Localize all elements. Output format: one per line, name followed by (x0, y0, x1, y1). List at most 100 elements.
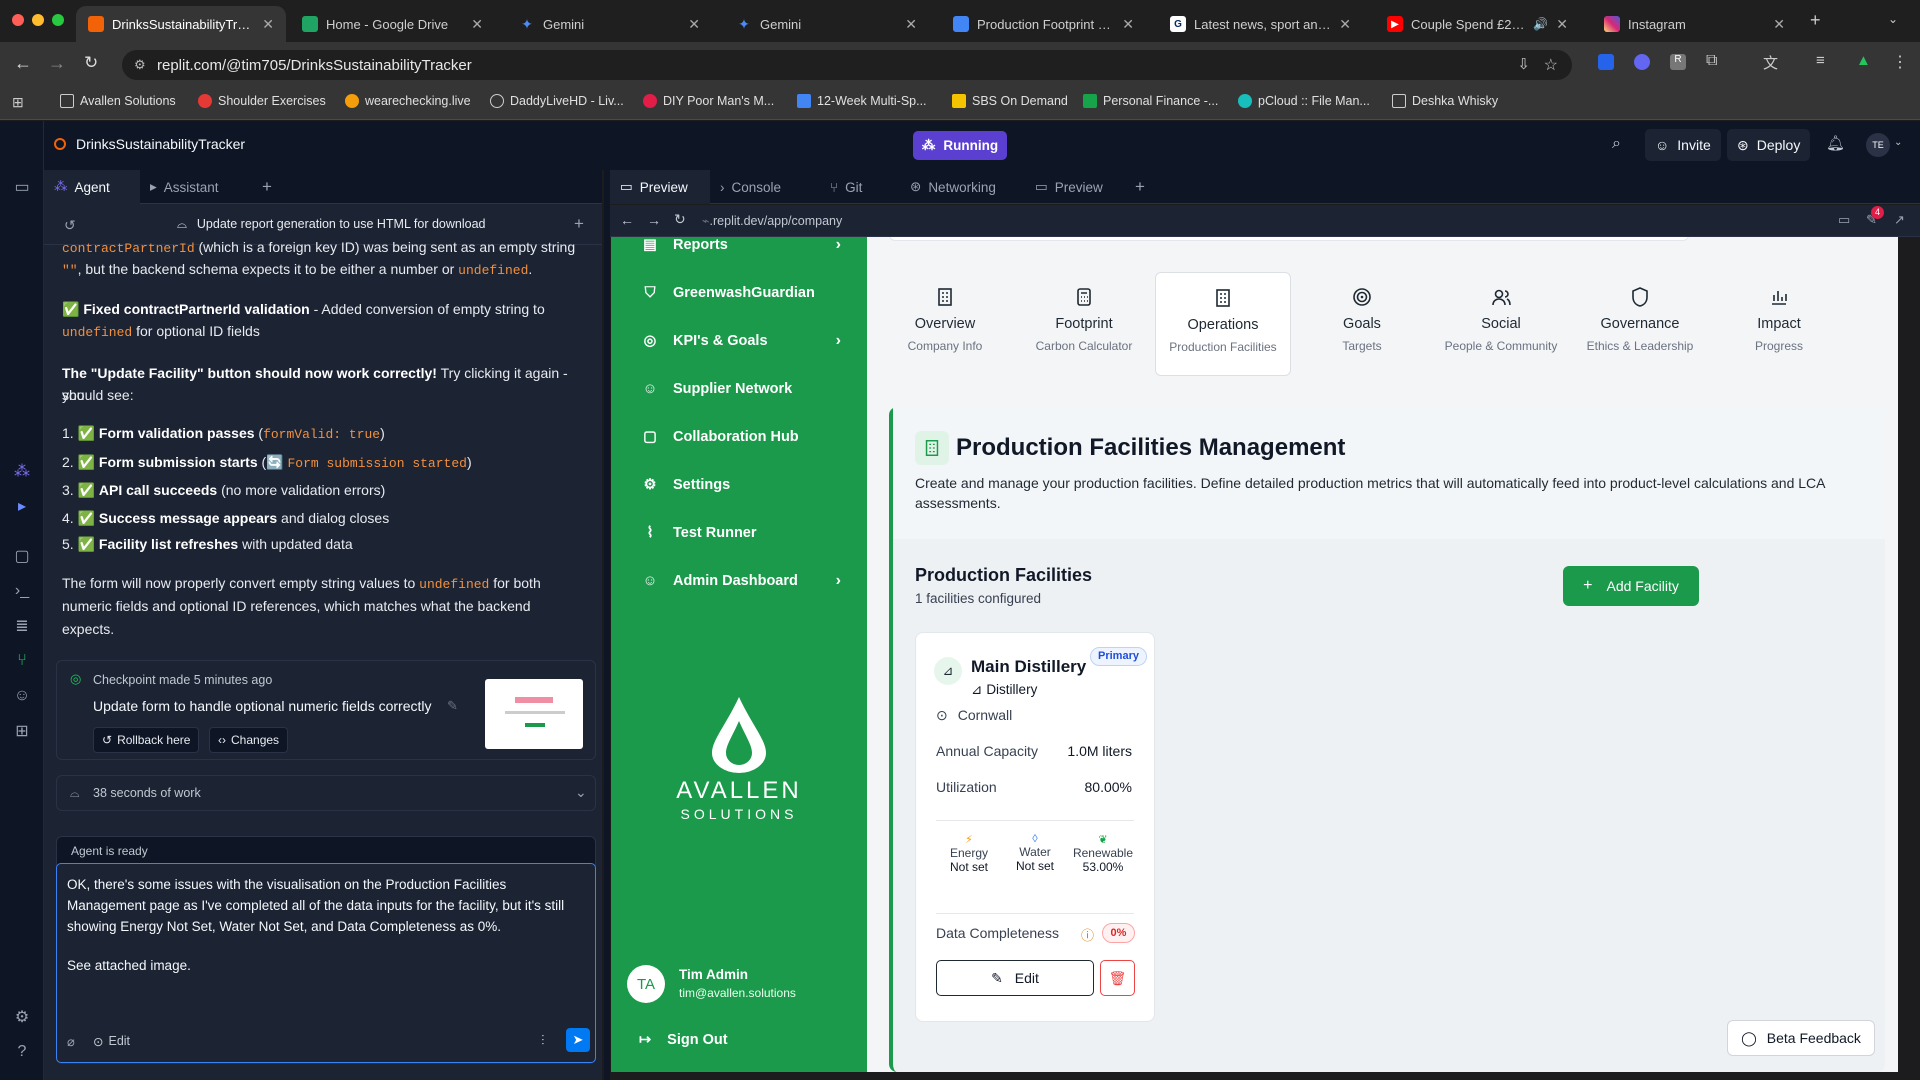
nav-reports[interactable]: ▤ Reports › (641, 237, 841, 254)
close-tab-icon[interactable]: ✕ (1122, 16, 1134, 33)
settings-sliders-icon[interactable]: ⫶ (541, 1032, 545, 1049)
edit-pencil-icon[interactable]: ✎ (447, 698, 458, 714)
tab-goals[interactable]: Goals Targets (1294, 272, 1430, 376)
edit-mode-button[interactable]: ⊙ Edit (93, 1034, 130, 1049)
tab-social[interactable]: Social People & Community (1433, 272, 1569, 376)
tab-search-icon[interactable]: ⌄ (1888, 12, 1898, 26)
tab-assistant[interactable]: ▸ Assistant (140, 170, 250, 204)
chevron-down-icon[interactable]: ⌄ (575, 784, 587, 801)
browser-tab[interactable]: Production Footprint Data ✕ (941, 6, 1146, 42)
checkpoint-thumbnail[interactable] (485, 679, 583, 749)
bookmark-star-icon[interactable]: ☆ (1544, 55, 1558, 75)
project-name[interactable]: DrinksSustainabilityTracker (76, 136, 245, 152)
audio-playing-icon[interactable]: 🔊 (1533, 17, 1548, 31)
delete-facility-button[interactable]: 🗑︎ (1100, 960, 1135, 996)
extension-icon[interactable]: R (1670, 54, 1686, 70)
translate-icon[interactable]: 文 (1763, 52, 1778, 73)
nav-collaboration-hub[interactable]: ▢ Collaboration Hub (641, 428, 841, 446)
address-bar[interactable]: ⚙ replit.com/@tim705/DrinksSustainabilit… (122, 50, 1572, 80)
tab-preview-2[interactable]: ▭ Preview (1025, 170, 1125, 204)
close-tab-icon[interactable]: ✕ (1339, 16, 1351, 33)
rollback-button[interactable]: ↺ Rollback here (93, 727, 200, 753)
tab-operations[interactable]: Operations Production Facilities (1155, 272, 1291, 376)
devices-icon[interactable]: ▭ (1838, 212, 1850, 228)
browser-tab[interactable]: DrinksSustainabilityTrack ✕ (76, 6, 286, 42)
bookmark-item[interactable]: DIY Poor Man's M... (643, 94, 774, 108)
close-tab-icon[interactable]: ✕ (471, 16, 483, 33)
extension-icon[interactable] (1598, 54, 1614, 70)
close-tab-icon[interactable]: ✕ (688, 16, 700, 33)
work-summary[interactable]: ⌓ 38 seconds of work ⌄ (56, 775, 596, 811)
forward-icon[interactable]: → (48, 53, 66, 74)
beta-feedback-button[interactable]: ◯ Beta Feedback (1727, 1020, 1875, 1056)
notifications-bell-icon[interactable]: 🔔︎ (1826, 134, 1845, 152)
browser-tab[interactable]: ✦ Gemini ✕ (724, 6, 929, 42)
assistant-icon[interactable]: ▸ (12, 496, 32, 516)
browser-tab[interactable]: Instagram ✕ (1592, 6, 1797, 42)
bookmark-item[interactable]: DaddyLiveHD - Liv... (490, 94, 624, 108)
files-icon[interactable]: ▭ (12, 177, 32, 197)
open-new-window-icon[interactable]: ↗ (1894, 212, 1905, 228)
new-tab-button[interactable]: + (1125, 170, 1155, 204)
add-facility-button[interactable]: + Add Facility (1563, 566, 1699, 606)
search-icon[interactable]: ⌕ (1612, 135, 1621, 153)
close-tab-icon[interactable]: ✕ (1556, 16, 1568, 33)
bookmark-item[interactable]: Personal Finance -... (1083, 94, 1218, 108)
preview-reload-icon[interactable]: ↻ (674, 211, 686, 228)
close-window-button[interactable] (12, 14, 24, 26)
reload-icon[interactable]: ↻ (84, 53, 98, 73)
back-icon[interactable]: ← (14, 53, 32, 74)
nav-test-runner[interactable]: ⌇ Test Runner (641, 524, 841, 542)
preview-icon[interactable]: ▢ (12, 546, 32, 566)
preview-forward-icon[interactable]: → (647, 212, 661, 228)
bookmark-item[interactable]: pCloud :: File Man... (1238, 94, 1370, 108)
sign-out-button[interactable]: ↦ Sign Out (639, 1032, 728, 1048)
minimize-window-button[interactable] (32, 14, 44, 26)
history-title[interactable]: Update report generation to use HTML for… (197, 217, 486, 232)
bookmark-item[interactable]: 12-Week Multi-Sp... (797, 94, 927, 108)
bookmark-item[interactable]: Avallen Solutions (60, 94, 176, 108)
help-icon[interactable]: ? (12, 1042, 32, 1062)
nav-kpis-goals[interactable]: ◎ KPI's & Goals › (641, 332, 841, 350)
invite-button[interactable]: ☺ Invite (1645, 129, 1721, 161)
users-icon[interactable]: ☺ (12, 686, 32, 706)
preview-back-icon[interactable]: ← (620, 212, 634, 228)
attach-paperclip-icon[interactable]: ⌀ (67, 1034, 75, 1050)
install-app-icon[interactable]: ⇩ (1517, 55, 1530, 73)
run-status-button[interactable]: ⁂ Running (913, 131, 1007, 160)
new-tab-button[interactable]: + (1810, 10, 1821, 31)
database-icon[interactable]: ≣ (12, 616, 32, 636)
nav-settings[interactable]: ⚙ Settings (641, 476, 841, 494)
tab-footprint[interactable]: Footprint Carbon Calculator (1016, 272, 1152, 376)
new-chat-button[interactable]: + (574, 214, 584, 234)
browser-tab[interactable]: Home - Google Drive ✕ (290, 6, 495, 42)
shell-icon[interactable]: ›_ (12, 581, 32, 601)
tab-agent[interactable]: ⁂ Agent (44, 170, 140, 204)
tab-impact[interactable]: Impact Progress (1711, 272, 1847, 376)
chevron-down-icon[interactable]: ⌄ (1894, 137, 1902, 148)
new-tab-button[interactable]: + (252, 170, 282, 204)
preview-url[interactable]: ⌁.replit.dev/app/company (702, 213, 842, 228)
maximize-window-button[interactable] (52, 14, 64, 26)
bookmark-item[interactable]: wearechecking.live (345, 94, 471, 108)
close-tab-icon[interactable]: ✕ (262, 16, 274, 33)
site-info-icon[interactable]: ⚙ (134, 57, 146, 73)
edit-facility-button[interactable]: ✎ Edit (936, 960, 1094, 996)
panel-resize-handle[interactable] (604, 170, 610, 1080)
tab-overview[interactable]: Overview Company Info (877, 272, 1013, 376)
close-tab-icon[interactable]: ✕ (905, 16, 917, 33)
browser-tab[interactable]: ✦ Gemini ✕ (507, 6, 712, 42)
agent-icon[interactable]: ⁂ (12, 461, 32, 481)
git-icon[interactable]: ⑂ (12, 651, 32, 671)
reading-list-icon[interactable]: ≡ (1816, 52, 1825, 69)
tab-preview[interactable]: ▭ Preview (610, 170, 710, 204)
close-tab-icon[interactable]: ✕ (1773, 16, 1785, 33)
extensions-puzzle-icon[interactable]: ⧉ (1706, 52, 1717, 70)
extension-icon[interactable] (1634, 54, 1650, 70)
bookmark-item[interactable]: Shoulder Exercises (198, 94, 326, 108)
user-avatar[interactable]: TE (1866, 133, 1890, 157)
browser-menu-icon[interactable]: ⋮ (1892, 52, 1908, 72)
changes-button[interactable]: ‹› Changes (209, 727, 289, 753)
send-button[interactable]: ➤ (566, 1028, 590, 1052)
history-icon[interactable]: ↺ (64, 217, 76, 234)
